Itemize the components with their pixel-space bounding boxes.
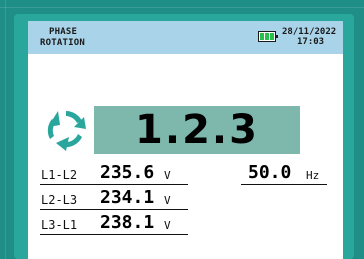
voltage-unit: V [164,169,171,182]
battery-tip [276,35,278,38]
voltage-value: 234.1 [100,187,155,208]
guide-line-vertical [5,0,6,259]
voltage-unit: V [164,219,171,232]
battery-cell [260,33,264,40]
voltage-value: 238.1 [100,212,155,233]
screen-title-line2: ROTATION [40,38,85,48]
header-bar: PHASE ROTATION 28/11/2022 17:03 [28,21,343,54]
lcd-screen: PHASE ROTATION 28/11/2022 17:03 1.2.3 L1… [28,21,343,259]
voltage-label: L3-L1 [41,218,78,232]
voltage-unit: V [164,194,171,207]
rotation-arrows-icon [47,111,86,151]
guide-line-horizontal [0,7,364,8]
frequency-row: 50.0 Hz [241,162,327,185]
phase-sequence-box: 1.2.3 [94,106,300,154]
date-display: 28/11/2022 [282,27,337,37]
frequency-value: 50.0 [248,162,292,183]
voltage-row-l3-l1: L3-L1 238.1 V [40,212,188,235]
screen-title-line1: PHASE [49,27,78,37]
phase-sequence-value: 1.2.3 [135,107,259,153]
voltage-row-l2-l3: L2-L3 234.1 V [40,187,188,210]
battery-full-icon [258,31,278,42]
voltage-value: 235.6 [100,162,155,183]
frequency-unit: Hz [306,169,320,182]
voltage-label: L1-L2 [41,168,78,182]
voltage-label: L2-L3 [41,193,78,207]
battery-cell [270,33,274,40]
battery-cell [265,33,269,40]
time-display: 17:03 [297,37,325,47]
voltage-row-l1-l2: L1-L2 235.6 V [40,162,188,185]
